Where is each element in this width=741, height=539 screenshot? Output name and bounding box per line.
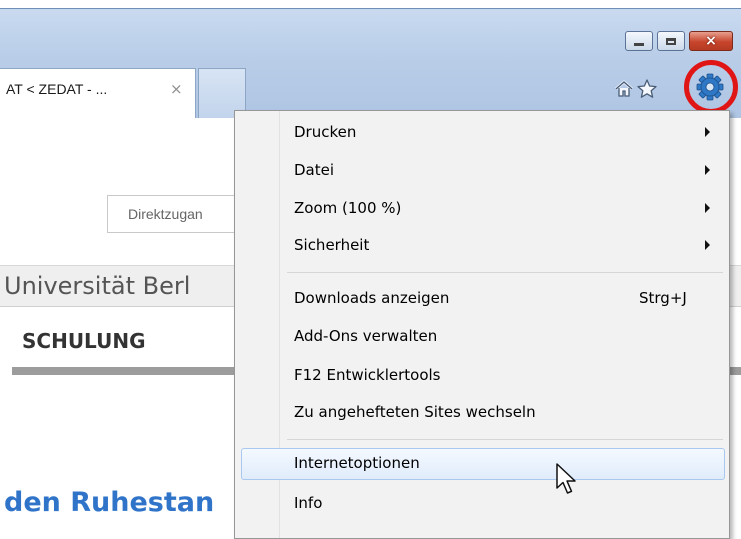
- menu-item-label: Drucken: [294, 123, 357, 141]
- menu-item-label: Add-Ons verwalten: [294, 327, 438, 345]
- menu-item-drucken[interactable]: Drucken: [235, 117, 729, 149]
- window-controls: ×: [625, 31, 733, 51]
- menu-item-label: Info: [294, 494, 323, 512]
- section-title[interactable]: SCHULUNG: [22, 329, 146, 353]
- tab-close-icon[interactable]: ×: [170, 80, 183, 98]
- tools-menu: Drucken Datei Zoom (100 %) Sicherheit Do…: [234, 110, 730, 539]
- menu-item-downloads[interactable]: Downloads anzeigen Strg+J: [235, 283, 729, 315]
- close-button[interactable]: ×: [689, 31, 733, 51]
- submenu-arrow-icon: [705, 203, 710, 213]
- menu-item-label: Zoom (100 %): [294, 199, 402, 217]
- menu-item-label: Sicherheit: [294, 236, 370, 254]
- menu-item-f12-tools[interactable]: F12 Entwicklertools: [235, 360, 729, 392]
- maximize-button[interactable]: [657, 31, 685, 51]
- menu-item-label: Datei: [294, 161, 335, 179]
- menu-item-label: Zu angehefteten Sites wechseln: [294, 403, 536, 421]
- star-icon[interactable]: [636, 78, 658, 100]
- mouse-cursor-icon: [556, 463, 576, 494]
- submenu-arrow-icon: [705, 127, 710, 137]
- home-icon[interactable]: [613, 78, 635, 100]
- menu-item-pinned-sites[interactable]: Zu angehefteten Sites wechseln: [235, 397, 729, 429]
- page-heading: den Ruhestan: [4, 487, 215, 518]
- menu-item-sicherheit[interactable]: Sicherheit: [235, 230, 729, 262]
- menu-item-datei[interactable]: Datei: [235, 155, 729, 187]
- menu-item-internetoptionen[interactable]: Internetoptionen: [241, 448, 725, 480]
- submenu-arrow-icon: [705, 240, 710, 250]
- gear-icon[interactable]: [695, 72, 725, 102]
- maximize-icon: [666, 37, 676, 45]
- tab-title: AT < ZEDAT - ...: [6, 81, 108, 97]
- close-icon: ×: [705, 33, 717, 49]
- search-input[interactable]: Direktzugan: [107, 195, 247, 233]
- minimize-button[interactable]: [625, 31, 653, 51]
- university-name: Universität Berl: [4, 272, 191, 300]
- menu-item-label: F12 Entwicklertools: [294, 366, 441, 384]
- browser-tab[interactable]: AT < ZEDAT - ... ×: [0, 68, 196, 118]
- menu-separator: [287, 439, 723, 440]
- menu-item-zoom[interactable]: Zoom (100 %): [235, 193, 729, 225]
- menu-separator: [287, 272, 723, 273]
- menu-item-add-ons[interactable]: Add-Ons verwalten: [235, 321, 729, 353]
- submenu-arrow-icon: [705, 165, 710, 175]
- menu-item-label: Downloads anzeigen: [294, 289, 450, 307]
- menu-item-info[interactable]: Info: [235, 488, 729, 520]
- menu-item-label: Internetoptionen: [294, 454, 420, 472]
- minimize-icon: [634, 42, 644, 46]
- search-placeholder: Direktzugan: [128, 206, 203, 222]
- menu-item-shortcut: Strg+J: [639, 289, 687, 307]
